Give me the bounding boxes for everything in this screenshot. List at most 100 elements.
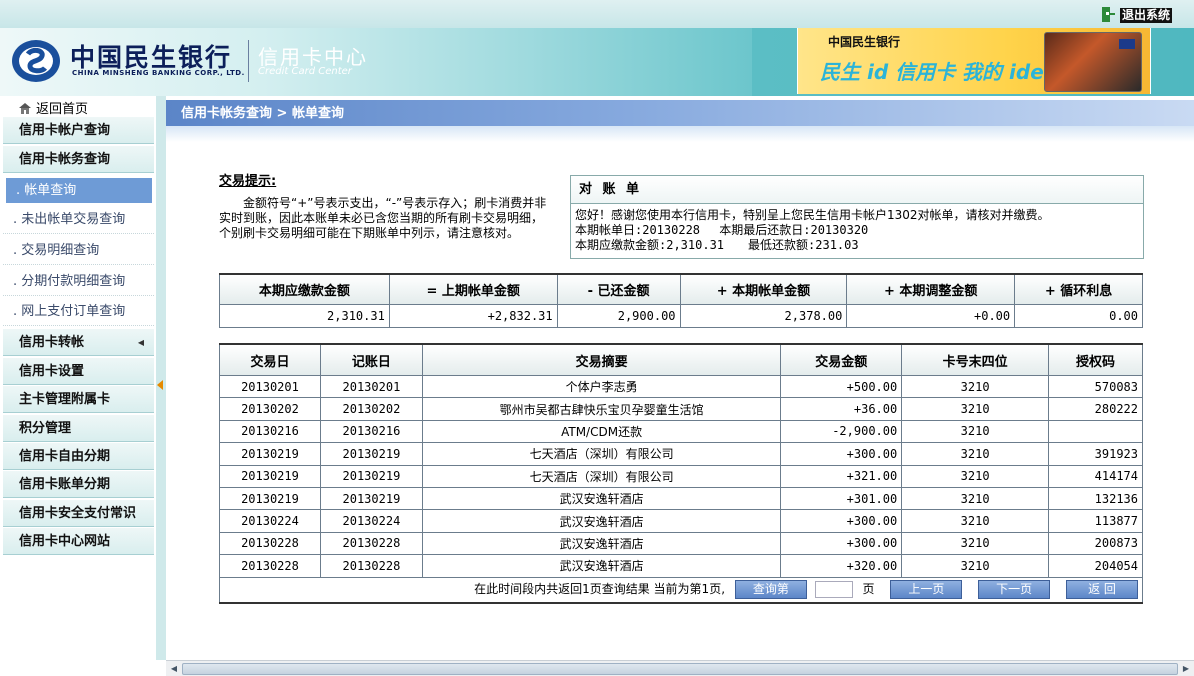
table-cell: 3210 <box>901 486 1050 511</box>
table-cell: 20130228 <box>319 531 423 556</box>
tip-title: 交易提示: <box>219 174 277 189</box>
bank-name-en: CHINA MINSHENG BANKING CORP., LTD. <box>72 69 245 77</box>
sidebar-item-points[interactable]: 积分管理 <box>3 415 154 442</box>
summary-value: 0.00 <box>1014 304 1143 328</box>
tip-text: 金额符号“+”号表示支出，“-”号表示存入；刷卡消费并非实时到账，因此本账单未必… <box>219 196 547 240</box>
table-row: 20130216 20130216 ATM/CDM还款 -2,900.00 3210 <box>219 419 1143 444</box>
table-cell: 3210 <box>901 554 1050 578</box>
sidebar-item-label: 信用卡转帐 <box>19 335 85 350</box>
logo-area: 中国民生银行 CHINA MINSHENG BANKING CORP., LTD… <box>0 28 752 96</box>
statement-greeting: 您好！感谢您使用本行信用卡，特别呈上您民生信用卡帐户1302对帐单，请核对并缴费… <box>575 208 1050 222</box>
scroll-left-icon[interactable]: ◀ <box>168 663 180 674</box>
table-cell: 20130219 <box>319 442 423 466</box>
horizontal-scrollbar[interactable]: ◀ ▶ <box>166 660 1194 676</box>
pagination: 在此时间段内共返回1页查询结果 当前为第1页, 查询第 页 上一页 下一页 返 … <box>219 576 1143 604</box>
pagination-info: 在此时间段内共返回1页查询结果 当前为第1页, <box>474 582 726 597</box>
table-cell: 20130202 <box>219 397 321 421</box>
page-number-input[interactable] <box>814 581 853 599</box>
sidebar-item-billing-query[interactable]: 信用卡帐务查询 <box>3 146 154 173</box>
table-row: 20130201 20130201 个体户李志勇 +500.00 3210 570083 <box>219 374 1143 399</box>
table-cell: +300.00 <box>780 509 903 533</box>
summary-header: + 本期调整金额 <box>846 273 1016 305</box>
home-label: 返回首页 <box>36 102 89 117</box>
header-divider <box>248 40 249 82</box>
column-header: 记账日 <box>319 343 423 376</box>
sidebar-item-statement-query[interactable]: . 帐单查询 <box>6 178 152 203</box>
summary-value: 2,378.00 <box>679 304 848 328</box>
banner-slogan: 民生 id 信用卡 我的 idea <box>820 60 1058 84</box>
scroll-right-icon[interactable]: ▶ <box>1180 663 1192 674</box>
breadcrumb-shadow <box>166 126 1194 142</box>
table-cell: 武汉安逸轩酒店 <box>421 531 782 556</box>
table-cell: -2,900.00 <box>780 419 903 444</box>
table-cell: +300.00 <box>780 442 903 466</box>
collapse-sidebar-icon[interactable] <box>157 380 163 390</box>
table-cell: 3210 <box>901 464 1050 488</box>
table-cell: 武汉安逸轩酒店 <box>421 554 782 578</box>
summary-header: - 已还金额 <box>556 273 681 305</box>
sidebar-splitter[interactable] <box>156 96 166 660</box>
home-icon <box>19 103 31 114</box>
statement-amounts: 本期应缴款金额:2,310.31 最低还款额:231.03 <box>575 238 859 252</box>
sidebar-item-unbilled-query[interactable]: . 未出帐单交易查询 <box>3 205 154 234</box>
table-row: 20130202 20130202 鄂州市吴都古肆快乐宝贝孕婴童生活馆 +36.00 3… <box>219 397 1143 421</box>
table-cell: 280222 <box>1048 397 1143 421</box>
sidebar-item-installment-detail[interactable]: . 分期付款明细查询 <box>3 267 154 296</box>
exit-door-icon[interactable] <box>1098 6 1116 24</box>
table-cell: 个体户李志勇 <box>421 374 782 399</box>
table-cell: 20130219 <box>319 486 423 511</box>
transactions-header-row: 交易日 记账日 交易摘要 交易金额 卡号末四位 授权码 <box>219 343 1143 376</box>
sidebar-item-bill-installment[interactable]: 信用卡账单分期 <box>3 471 154 498</box>
summary-value: +2,832.31 <box>388 304 558 328</box>
table-cell: 20130228 <box>219 531 321 556</box>
next-page-button[interactable]: 下一页 <box>978 580 1051 600</box>
breadcrumb: 信用卡帐务查询 > 帐单查询 <box>181 106 344 121</box>
back-button[interactable]: 返 回 <box>1066 580 1138 600</box>
sidebar-item-transaction-detail[interactable]: . 交易明细查询 <box>3 236 154 265</box>
table-cell: +36.00 <box>780 397 903 421</box>
summary-header: = 上期帐单金额 <box>388 273 558 305</box>
table-cell: 20130201 <box>219 374 321 399</box>
sidebar-item-supplementary-card[interactable]: 主卡管理附属卡 <box>3 386 154 413</box>
sidebar-item-center-website[interactable]: 信用卡中心网站 <box>3 528 154 555</box>
table-cell: +321.00 <box>780 464 903 488</box>
promo-banner[interactable]: 中国民生银行 民生 id 信用卡 我的 idea <box>797 28 1151 94</box>
table-cell: 七天酒店（深圳）有限公司 <box>421 464 782 488</box>
table-cell: 3210 <box>901 374 1050 399</box>
sidebar-item-settings[interactable]: 信用卡设置 <box>3 358 154 385</box>
scrollbar-thumb[interactable] <box>182 663 1178 675</box>
statement-title: 对 账 单 <box>571 176 1143 204</box>
column-header: 交易日 <box>219 343 321 376</box>
sidebar-item-online-payment[interactable]: . 网上支付订单查询 <box>3 297 154 326</box>
summary-value: 2,900.00 <box>556 304 681 328</box>
table-cell: 20130224 <box>219 509 321 533</box>
query-page-button[interactable]: 查询第 <box>734 580 807 600</box>
table-cell: 20130219 <box>219 464 321 488</box>
table-cell: +301.00 <box>780 486 903 511</box>
top-toolbar: 退出系统 <box>0 0 1194 29</box>
summary-value: 2,310.31 <box>219 304 390 328</box>
table-row: 20130219 20130219 七天酒店（深圳）有限公司 +321.00 3210 4… <box>219 464 1143 488</box>
prev-page-button[interactable]: 上一页 <box>890 580 963 600</box>
table-cell: 武汉安逸轩酒店 <box>421 486 782 511</box>
sidebar-item-free-installment[interactable]: 信用卡自由分期 <box>3 443 154 470</box>
pagination-row: 在此时间段内共返回1页查询结果 当前为第1页, 查询第 页 上一页 下一页 返 … <box>219 576 1143 604</box>
table-cell: +300.00 <box>780 531 903 556</box>
summary-header: + 本期帐单金额 <box>679 273 848 305</box>
table-cell: 204054 <box>1048 554 1143 578</box>
sidebar-item-security-tips[interactable]: 信用卡安全支付常识 <box>3 500 154 527</box>
logout-button[interactable]: 退出系统 <box>1119 8 1172 23</box>
table-cell: 3210 <box>901 442 1050 466</box>
table-cell: 200873 <box>1048 531 1143 556</box>
table-cell: 3210 <box>901 531 1050 556</box>
breadcrumb-bar: 信用卡帐务查询 > 帐单查询 <box>166 100 1194 126</box>
home-link[interactable]: 返回首页 <box>18 102 88 118</box>
summary-header-row: 本期应缴款金额 = 上期帐单金额 - 已还金额 + 本期帐单金额 + 本期调整金… <box>219 273 1143 305</box>
table-cell: 3210 <box>901 509 1050 533</box>
table-cell: 20130219 <box>219 442 321 466</box>
table-cell: 113877 <box>1048 509 1143 533</box>
sidebar-item-transfer[interactable]: 信用卡转帐 ◀ <box>3 329 154 356</box>
table-cell: 132136 <box>1048 486 1143 511</box>
table-cell: +320.00 <box>780 554 903 578</box>
sidebar-item-account-query[interactable]: 信用卡帐户查询 <box>3 117 154 144</box>
